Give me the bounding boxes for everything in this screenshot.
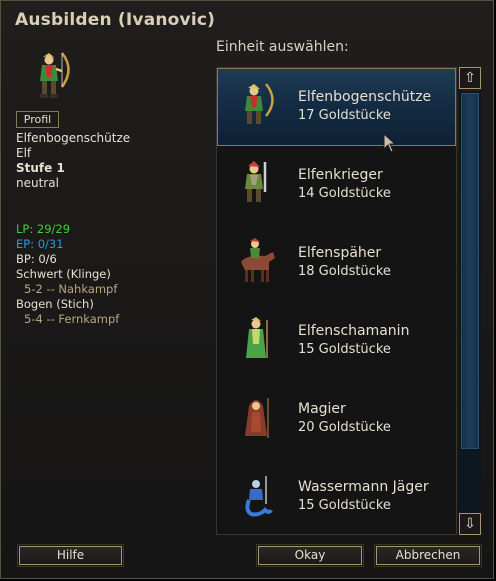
scroll-up-button[interactable]: ⇧ xyxy=(459,67,481,89)
ok-button[interactable]: Okay xyxy=(256,544,364,567)
unit-cost: 20 Goldstücke xyxy=(298,420,391,435)
unit-cost: 18 Goldstücke xyxy=(298,264,391,279)
cancel-button[interactable]: Abbrechen xyxy=(374,544,482,567)
scroll-down-button[interactable]: ⇩ xyxy=(459,513,481,535)
help-button[interactable]: Hilfe xyxy=(17,544,124,567)
mage-icon xyxy=(245,398,269,438)
unit-list-scrollbar[interactable]: ⇧ ⇩ xyxy=(459,67,481,535)
unit-list-item[interactable]: Wassermann Jäger 15 Goldstücke xyxy=(217,458,456,536)
attack-name: Schwert (Klinge) xyxy=(16,267,111,281)
unit-cost: 15 Goldstücke xyxy=(298,342,391,357)
select-unit-label: Einheit auswählen: xyxy=(216,39,349,55)
hitpoints: LP: 29/29 xyxy=(16,222,71,236)
unit-list-item[interactable]: Elfenspäher 18 Goldstücke xyxy=(217,224,456,302)
unit-list-item[interactable]: Elfenkrieger 14 Goldstücke xyxy=(217,146,456,224)
unit-stats: LP: 29/29 EP: 0/31 BP: 0/6 Schwert (Klin… xyxy=(16,222,119,327)
arrow-up-icon: ⇧ xyxy=(464,70,476,86)
unit-portrait xyxy=(29,49,77,103)
attack-detail: 5-4 -- Fernkampf xyxy=(24,312,120,326)
unit-list-item-selected[interactable]: Elfenbogenschütze 17 Goldstücke xyxy=(217,68,456,146)
unit-cost: 17 Goldstücke xyxy=(298,108,391,123)
attack-name: Bogen (Stich) xyxy=(16,297,94,311)
unit-race: Elf xyxy=(16,146,32,160)
unit-cost: 15 Goldstücke xyxy=(298,498,391,513)
unit-list-item[interactable]: Elfenschamanin 15 Goldstücke xyxy=(217,302,456,380)
merman-hunter-icon xyxy=(245,476,273,517)
elf-fighter-icon xyxy=(245,161,267,202)
unit-info: Elfenbogenschütze Elf Stufe 1 neutral xyxy=(16,131,130,191)
dialog-title: Ausbilden (Ivanovic) xyxy=(15,10,216,30)
unit-name: Magier xyxy=(298,401,346,417)
unit-alignment: neutral xyxy=(16,176,59,190)
recruit-dialog: Ausbilden (Ivanovic) Profil Elfenbogensc… xyxy=(0,0,494,579)
unit-level: Stufe 1 xyxy=(16,161,65,175)
unit-cost: 14 Goldstücke xyxy=(298,186,391,201)
unit-name: Elfenkrieger xyxy=(298,167,383,183)
attack-detail: 5-2 -- Nahkampf xyxy=(24,282,118,296)
unit-type: Elfenbogenschütze xyxy=(16,131,131,145)
unit-list: Elfenbogenschütze 17 Goldstücke Elfenkri… xyxy=(216,67,457,535)
elf-scout-icon xyxy=(241,238,275,282)
mouse-cursor-icon xyxy=(383,133,397,153)
arrow-down-icon: ⇩ xyxy=(464,516,476,532)
movement-points: BP: 0/6 xyxy=(16,252,57,266)
unit-name: Elfenschamanin xyxy=(298,323,410,339)
elf-archer-icon xyxy=(245,83,274,124)
unit-list-item[interactable]: Magier 20 Goldstücke xyxy=(217,380,456,458)
unit-name: Elfenspäher xyxy=(298,245,382,261)
elf-shaman-icon xyxy=(246,317,268,358)
elf-archer-icon xyxy=(40,52,70,98)
scroll-thumb[interactable] xyxy=(461,93,479,449)
unit-name: Elfenbogenschütze xyxy=(298,89,432,105)
profile-button[interactable]: Profil xyxy=(16,111,59,128)
unit-name: Wassermann Jäger xyxy=(298,479,429,495)
experience: EP: 0/31 xyxy=(16,237,64,251)
